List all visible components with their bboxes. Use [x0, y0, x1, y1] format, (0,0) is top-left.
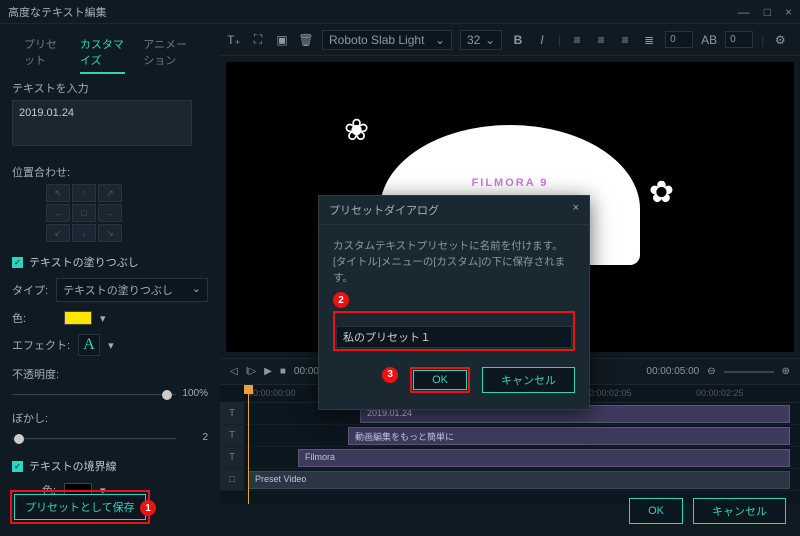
fill-section-header[interactable]: ✓ テキストの塗りつぶし	[12, 254, 208, 270]
zoom-slider[interactable]	[724, 371, 774, 373]
add-text-icon[interactable]: T₊	[226, 32, 242, 48]
clip[interactable]: 動画編集をもっと簡単に	[348, 427, 790, 445]
trash-icon[interactable]: 🗑	[298, 32, 314, 48]
italic-icon[interactable]: I	[534, 32, 550, 48]
badge-3: 3	[382, 367, 398, 383]
chevron-down-icon[interactable]: ▾	[100, 312, 106, 325]
cancel-button[interactable]: キャンセル	[693, 498, 786, 524]
track-header[interactable]: □	[220, 469, 244, 490]
align-tc[interactable]: ↑	[72, 184, 96, 202]
effect-label: エフェクト:	[12, 337, 70, 353]
align-br[interactable]: ↘	[98, 224, 122, 242]
dialog-body: カスタムテキストプリセットに名前を付けます。[タイトル]メニューの[カスタム]の…	[333, 239, 575, 286]
tabs: プリセット カスタマイズ アニメーション	[12, 32, 208, 74]
chevron-down-icon: ⌄	[485, 33, 495, 47]
type-select[interactable]: テキストの塗りつぶし⌄	[56, 278, 208, 302]
opacity-slider[interactable]: 100%	[12, 386, 208, 404]
check-icon: ✓	[12, 257, 23, 268]
size-select[interactable]: 32⌄	[460, 30, 502, 50]
save-preset-button[interactable]: プリセットとして保存	[14, 494, 146, 520]
track-header[interactable]: T	[220, 425, 244, 446]
maximize-icon[interactable]: □	[764, 5, 771, 19]
blur-slider[interactable]: 2	[12, 430, 208, 448]
dialog-ok-button[interactable]: OK	[413, 370, 467, 390]
align-ml[interactable]: ←	[46, 204, 70, 222]
stop-icon[interactable]: ■	[280, 366, 286, 377]
ok-button[interactable]: OK	[629, 498, 683, 524]
dialog-cancel-button[interactable]: キャンセル	[482, 367, 575, 393]
color-swatch[interactable]	[64, 311, 92, 325]
chevron-down-icon: ⌄	[192, 282, 201, 298]
tab-preset[interactable]: プリセット	[24, 36, 62, 74]
playhead[interactable]	[248, 385, 249, 504]
sidebar: プリセット カスタマイズ アニメーション テキストを入力 2019.01.24 …	[0, 24, 220, 504]
prev-icon[interactable]: ◁	[230, 366, 238, 377]
align-mr[interactable]: →	[98, 204, 122, 222]
badge-1: 1	[140, 500, 156, 516]
preview-text: FILMORA 9	[380, 177, 640, 189]
leaf-icon: ✿	[649, 175, 674, 210]
char-spacing-input[interactable]: 0	[725, 31, 753, 48]
chevron-down-icon[interactable]: ▾	[108, 339, 114, 352]
clip[interactable]: Filmora	[298, 449, 790, 467]
align-mc[interactable]: □	[72, 204, 96, 222]
dialog-title: プリセットダイアログ	[329, 202, 439, 218]
titlebar: 高度なテキスト編集 — □ ×	[0, 0, 800, 24]
align-tr[interactable]: ↗	[98, 184, 122, 202]
blur-label: ぼかし:	[12, 410, 208, 426]
close-icon[interactable]: ×	[785, 5, 792, 19]
time-total: 00:00:05:00	[646, 366, 699, 377]
window-title: 高度なテキスト編集	[8, 4, 107, 20]
step-back-icon[interactable]: I▷	[246, 366, 256, 377]
type-label: タイプ:	[12, 282, 48, 298]
tab-customize[interactable]: カスタマイズ	[80, 36, 125, 74]
track-header[interactable]: T	[220, 403, 244, 424]
tab-animation[interactable]: アニメーション	[143, 36, 196, 74]
chevron-down-icon: ⌄	[435, 33, 445, 47]
badge-2: 2	[333, 292, 349, 308]
bold-icon[interactable]: B	[510, 32, 526, 48]
enter-text-label: テキストを入力	[12, 80, 208, 96]
check-icon: ✓	[12, 461, 23, 472]
align-bc[interactable]: ↓	[72, 224, 96, 242]
zoom-in-icon[interactable]: ⊕	[782, 366, 790, 377]
clip[interactable]: Preset Video	[248, 471, 790, 489]
layer-icon[interactable]: ▣	[274, 32, 290, 48]
preset-name-input[interactable]	[336, 326, 572, 348]
text-input[interactable]: 2019.01.24	[12, 100, 192, 146]
color-label: 色:	[12, 310, 56, 326]
align-center-icon[interactable]: ≡	[593, 32, 609, 48]
border-section-header[interactable]: ✓ テキストの境界線	[12, 458, 208, 474]
track-header[interactable]: T	[220, 447, 244, 468]
text-toolbar: T₊ ⛶ ▣ 🗑 Roboto Slab Light⌄ 32⌄ B I | ≡ …	[220, 24, 800, 56]
save-preset-highlight: プリセットとして保存	[10, 490, 150, 524]
char-spacing-icon[interactable]: AB	[701, 32, 717, 48]
play-icon[interactable]: ▶	[264, 366, 272, 377]
font-select[interactable]: Roboto Slab Light⌄	[322, 30, 452, 50]
preset-dialog: プリセットダイアログ × カスタムテキストプリセットに名前を付けます。[タイトル…	[318, 195, 590, 410]
align-tl[interactable]: ↖	[46, 184, 70, 202]
minimize-icon[interactable]: —	[738, 5, 750, 19]
line-spacing-icon[interactable]: ≣	[641, 32, 657, 48]
crop-icon[interactable]: ⛶	[250, 32, 266, 48]
align-bl[interactable]: ↙	[46, 224, 70, 242]
line-spacing-input[interactable]: 0	[665, 31, 693, 48]
alignment-grid: ↖↑↗ ←□→ ↙↓↘	[46, 184, 208, 242]
effect-preview[interactable]: A	[78, 334, 100, 356]
align-right-icon[interactable]: ≡	[617, 32, 633, 48]
gear-icon[interactable]: ⚙	[772, 32, 788, 48]
leaf-icon: ❀	[344, 113, 369, 148]
alignment-label: 位置合わせ:	[12, 164, 208, 180]
align-left-icon[interactable]: ≡	[569, 32, 585, 48]
opacity-label: 不透明度:	[12, 366, 208, 382]
close-icon[interactable]: ×	[573, 202, 579, 218]
zoom-out-icon[interactable]: ⊖	[707, 366, 715, 377]
